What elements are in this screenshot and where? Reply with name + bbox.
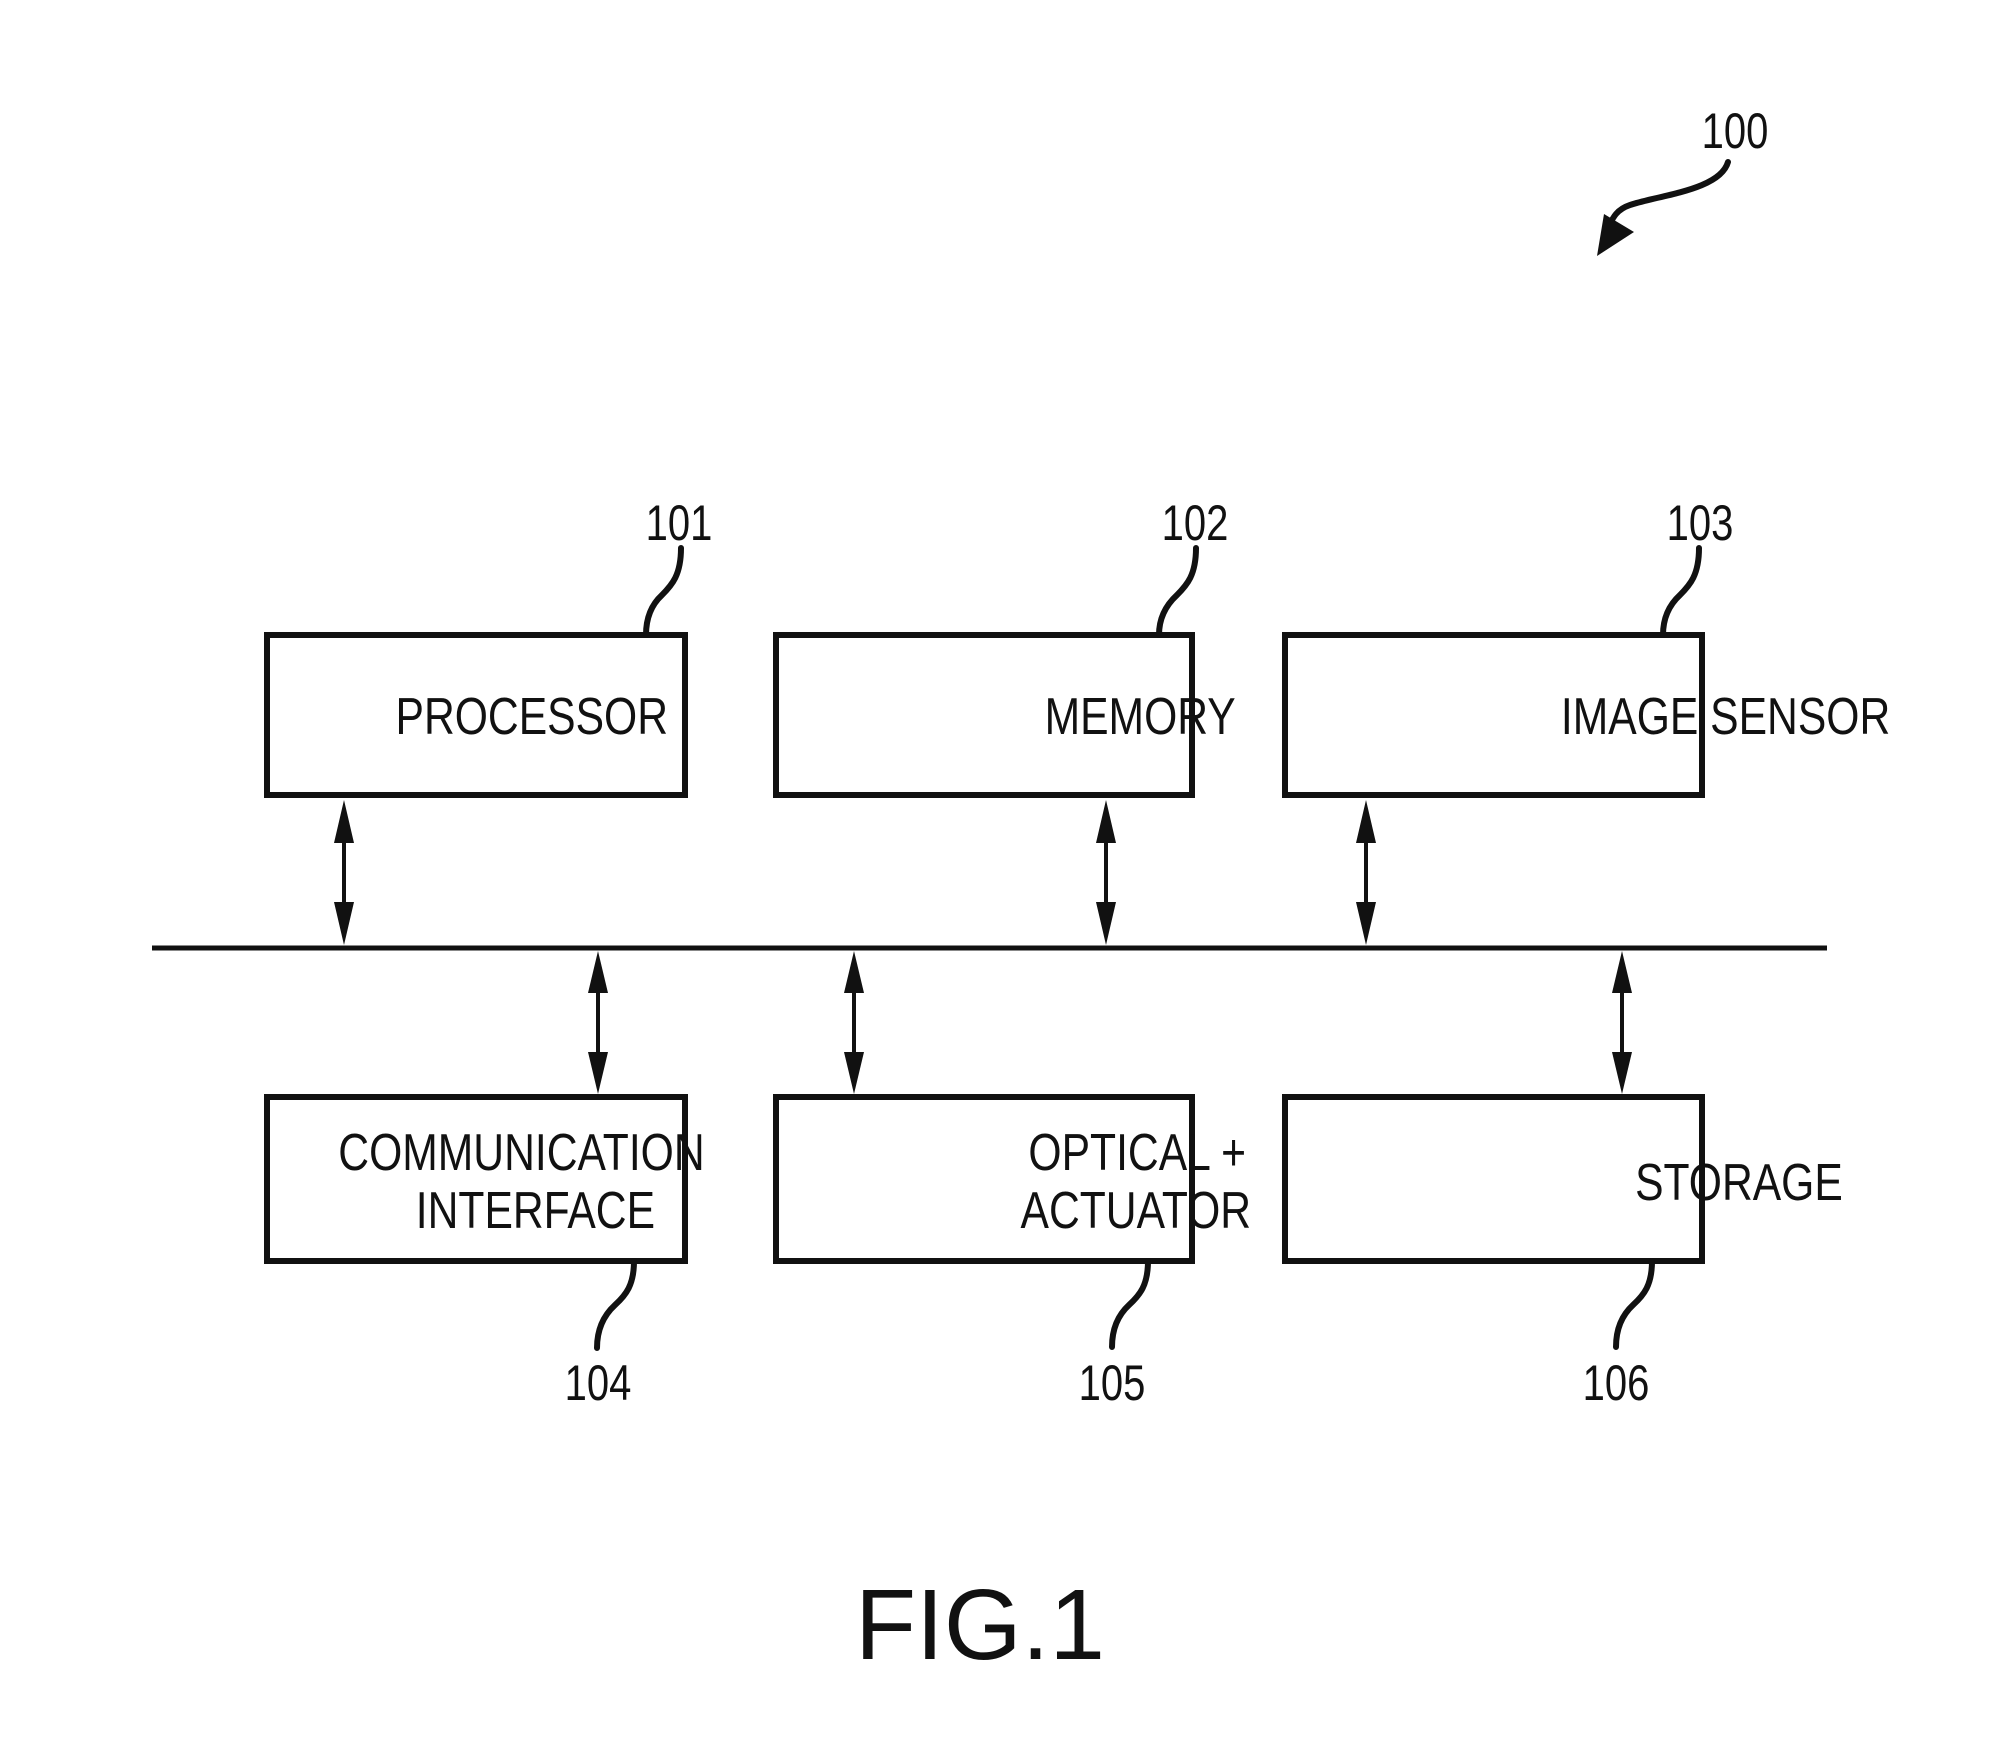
block-communication-interface: COMMUNICATION INTERFACE — [264, 1094, 705, 1264]
arrow-storage-bus — [1612, 951, 1632, 1094]
block-storage: STORAGE — [1282, 1094, 1843, 1264]
system-reference-arrow-line — [1605, 159, 1731, 231]
optical-actuator-label-line2: ACTUATOR — [1021, 1182, 1252, 1240]
image-sensor-label: IMAGE SENSOR — [1561, 688, 1890, 746]
block-optical-actuator: OPTICAL + ACTUATOR — [773, 1094, 1252, 1264]
block-memory: MEMORY — [773, 632, 1236, 798]
arrow-optical-actuator-bus — [844, 951, 864, 1094]
image-sensor-reference-number: 103 — [1667, 495, 1734, 551]
memory-label: MEMORY — [1045, 688, 1236, 746]
block-diagram: 100 PROCESSOR MEMORY IMAGE SENSOR COMMUN… — [152, 103, 1890, 1681]
block-processor: PROCESSOR — [264, 632, 688, 798]
image-sensor-leader-line — [1660, 545, 1702, 638]
memory-reference-number: 102 — [1162, 495, 1229, 551]
optical-actuator-reference-number: 105 — [1079, 1355, 1146, 1411]
communication-interface-leader-line — [594, 1258, 637, 1351]
system-reference-number: 100 — [1702, 103, 1769, 159]
communication-interface-reference-number: 104 — [565, 1355, 632, 1411]
figure-caption: FIG.1 — [855, 1569, 1105, 1681]
storage-label: STORAGE — [1635, 1154, 1843, 1212]
block-image-sensor: IMAGE SENSOR — [1282, 632, 1890, 798]
communication-interface-label-line1: COMMUNICATION — [338, 1124, 704, 1182]
arrow-communication-interface-bus — [588, 951, 608, 1094]
optical-actuator-leader-line — [1109, 1258, 1151, 1350]
communication-interface-label-line2: INTERFACE — [416, 1182, 655, 1240]
arrow-memory-bus — [1096, 800, 1116, 945]
arrow-image-sensor-bus — [1356, 800, 1376, 945]
system-reference-arrowhead-icon — [1597, 214, 1634, 256]
storage-reference-number: 106 — [1583, 1355, 1650, 1411]
memory-leader-line — [1156, 545, 1199, 638]
processor-reference-number: 101 — [646, 495, 713, 551]
processor-leader-line — [643, 545, 684, 638]
storage-leader-line — [1613, 1258, 1655, 1350]
optical-actuator-label-line1: OPTICAL + — [1028, 1124, 1246, 1182]
processor-label: PROCESSOR — [396, 688, 668, 746]
arrow-processor-bus — [334, 800, 354, 945]
